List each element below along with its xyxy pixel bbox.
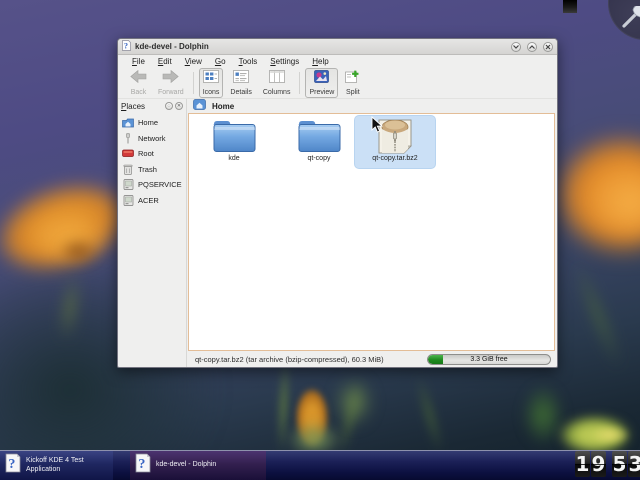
mouse-cursor: [371, 116, 383, 139]
panel-float-button[interactable]: ◌: [165, 102, 173, 110]
menu-help[interactable]: Help: [312, 57, 328, 66]
details-view-button[interactable]: Details: [226, 68, 255, 98]
svg-text:?: ?: [8, 457, 15, 472]
svg-text:?: ?: [138, 457, 145, 472]
breadcrumb: Home: [187, 99, 557, 113]
drive-icon: [122, 179, 134, 190]
panel-close-button[interactable]: ✕: [175, 102, 183, 110]
place-pqservice[interactable]: PQSERVICE: [118, 177, 186, 193]
file-name: qt-copy: [308, 155, 331, 162]
file-item-qt-copy[interactable]: qt-copy: [279, 116, 359, 168]
titlebar[interactable]: ? kde-devel - Dolphin: [118, 39, 557, 55]
toolbar-separator: [299, 72, 300, 94]
minimize-button[interactable]: [511, 42, 521, 52]
main-column: Home: [187, 99, 557, 367]
icons-view-button[interactable]: Icons: [199, 68, 224, 98]
trash-icon: [122, 164, 134, 175]
svg-text:?: ?: [124, 41, 128, 50]
toolbar: Back Forward Icons: [118, 68, 557, 99]
network-icon: [122, 133, 134, 144]
menu-view[interactable]: View: [185, 57, 202, 66]
menu-file[interactable]: File: [132, 57, 145, 66]
back-arrow-icon: [130, 70, 147, 88]
forward-button[interactable]: Forward: [154, 68, 188, 98]
places-list: Home Network: [118, 113, 186, 367]
icons-view-icon: [203, 70, 219, 88]
root-drive-icon: [122, 148, 134, 159]
menu-go[interactable]: Go: [215, 57, 226, 66]
desktop-widget-artifact: [563, 0, 577, 13]
disk-free-label: 3.3 GiB free: [428, 355, 550, 364]
desktop: ? kde-devel - Dolphin File Edit View Go …: [0, 0, 640, 480]
file-name: kde: [228, 155, 239, 162]
task-label: kde-devel - Dolphin: [156, 461, 216, 470]
file-view[interactable]: kde qt-copy: [188, 113, 555, 351]
clock-digit: 5: [612, 451, 627, 477]
drive-icon: [122, 195, 134, 206]
digital-clock[interactable]: 1 9 5 3: [575, 451, 640, 477]
status-info-text: qt-copy.tar.bz2 (tar archive (bzip-compr…: [195, 355, 419, 364]
taskbar: ? Kickoff KDE 4 Test Application ? kde-d…: [0, 450, 640, 480]
menu-settings[interactable]: Settings: [270, 57, 299, 66]
breadcrumb-location[interactable]: Home: [212, 102, 234, 111]
wallpaper-left-flower-center: [58, 238, 98, 264]
places-panel-title: Places: [121, 102, 163, 111]
window-icon: ?: [122, 38, 131, 56]
menu-tools[interactable]: Tools: [239, 57, 258, 66]
clock-digit: 3: [628, 451, 640, 477]
menubar: File Edit View Go Tools Settings Help: [118, 55, 557, 68]
clock-digit: 1: [575, 451, 590, 477]
file-item-kde[interactable]: kde: [194, 116, 274, 168]
place-home[interactable]: Home: [118, 115, 186, 131]
question-doc-icon: ?: [135, 453, 151, 478]
wallpaper-green-bud: [336, 378, 372, 426]
place-root[interactable]: Root: [118, 146, 186, 162]
window-body: Places ◌ ✕ Home: [118, 99, 557, 367]
place-network[interactable]: Network: [118, 131, 186, 147]
task-label: Kickoff KDE 4 Test Application: [26, 457, 108, 475]
folder-icon: [212, 116, 257, 154]
toolbar-separator: [193, 72, 194, 94]
task-kickoff[interactable]: ? Kickoff KDE 4 Test Application: [0, 451, 113, 480]
task-dolphin[interactable]: ? kde-devel - Dolphin: [130, 451, 266, 480]
folder-icon: [297, 116, 342, 154]
window-title: kde-devel - Dolphin: [135, 42, 209, 51]
menu-edit[interactable]: Edit: [158, 57, 172, 66]
preview-button[interactable]: Preview: [305, 68, 338, 98]
disk-capacity-bar: 3.3 GiB free: [427, 354, 551, 365]
preview-icon: [314, 70, 329, 88]
place-trash[interactable]: Trash: [118, 162, 186, 178]
dolphin-window: ? kde-devel - Dolphin File Edit View Go …: [117, 38, 558, 368]
file-name: qt-copy.tar.bz2: [372, 155, 417, 162]
columns-view-icon: [269, 70, 285, 88]
clock-digit: 9: [591, 451, 606, 477]
back-button[interactable]: Back: [126, 68, 151, 98]
wallpaper-bottom-right-stamens: [590, 425, 630, 445]
columns-view-button[interactable]: Columns: [259, 68, 295, 98]
maximize-button[interactable]: [527, 42, 537, 52]
places-panel-header: Places ◌ ✕: [118, 99, 186, 113]
question-doc-icon: ?: [5, 453, 21, 478]
forward-arrow-icon: [162, 70, 179, 88]
clock-separator: [607, 451, 611, 477]
split-view-button[interactable]: Split: [341, 68, 364, 98]
place-acer[interactable]: ACER: [118, 193, 186, 209]
places-panel: Places ◌ ✕ Home: [118, 99, 187, 367]
details-view-icon: [233, 70, 249, 88]
close-button[interactable]: [543, 42, 553, 52]
split-view-icon: [345, 70, 360, 88]
file-item-qt-copy-archive[interactable]: qt-copy.tar.bz2: [355, 116, 435, 168]
statusbar: qt-copy.tar.bz2 (tar archive (bzip-compr…: [187, 351, 557, 367]
home-folder-icon: [122, 117, 134, 128]
